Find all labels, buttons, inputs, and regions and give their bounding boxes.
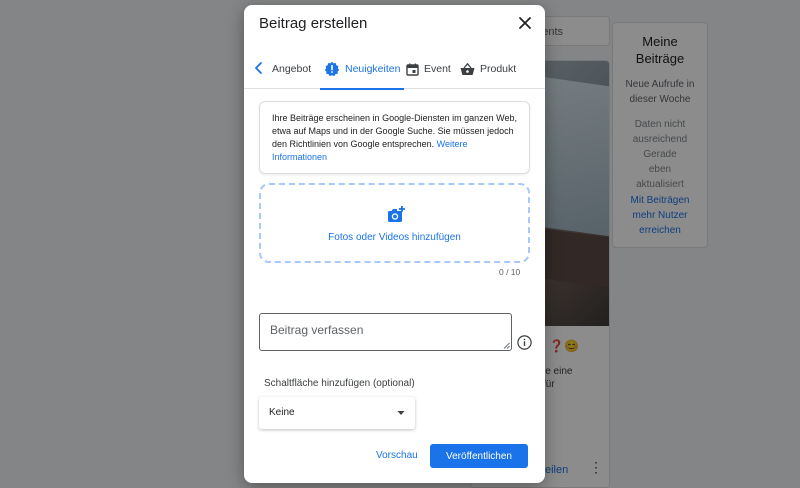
tab-label: Neuigkeiten (345, 63, 401, 75)
news-badge-icon (324, 61, 340, 76)
policy-info-box: Ihre Beiträge erscheinen in Google-Diens… (259, 101, 530, 174)
tab-label: Angebot (272, 63, 312, 75)
calendar-icon (406, 63, 419, 76)
preview-button[interactable]: Vorschau (370, 444, 424, 468)
info-icon[interactable] (517, 335, 532, 350)
post-compose-input[interactable] (259, 313, 512, 351)
post-type-tabs: Angebot Neuigkeiten Event Produkt (244, 49, 545, 90)
media-counter: 0 / 10 (499, 267, 521, 277)
dialog-title: Beitrag erstellen (259, 15, 368, 32)
create-post-dialog: Beitrag erstellen Angebot Neuigkeiten Ev… (244, 5, 545, 483)
tab-event[interactable]: Event (406, 49, 451, 89)
tab-angebot[interactable]: Angebot (272, 49, 311, 89)
tab-label: Event (424, 63, 451, 75)
upload-label: Fotos oder Videos hinzufügen (328, 232, 461, 243)
dropdown-caret-icon (397, 411, 405, 415)
close-icon[interactable] (517, 15, 533, 31)
tab-produkt[interactable]: Produkt (460, 49, 516, 89)
button-type-select[interactable]: Keine (259, 397, 415, 429)
media-upload-area[interactable]: Fotos oder Videos hinzufügen (259, 183, 530, 263)
basket-icon (460, 62, 475, 75)
button-section-label: Schaltfläche hinzufügen (optional) (264, 378, 415, 389)
select-value: Keine (269, 407, 295, 418)
add-photo-icon (388, 206, 405, 222)
chevron-left-icon[interactable] (252, 59, 266, 77)
tab-neuigkeiten[interactable]: Neuigkeiten (320, 49, 405, 90)
publish-button[interactable]: Veröffentlichen (430, 444, 528, 468)
tab-label: Produkt (480, 63, 517, 75)
resize-handle-icon[interactable] (503, 342, 510, 349)
policy-info-text: Ihre Beiträge erscheinen in Google-Diens… (272, 113, 517, 149)
